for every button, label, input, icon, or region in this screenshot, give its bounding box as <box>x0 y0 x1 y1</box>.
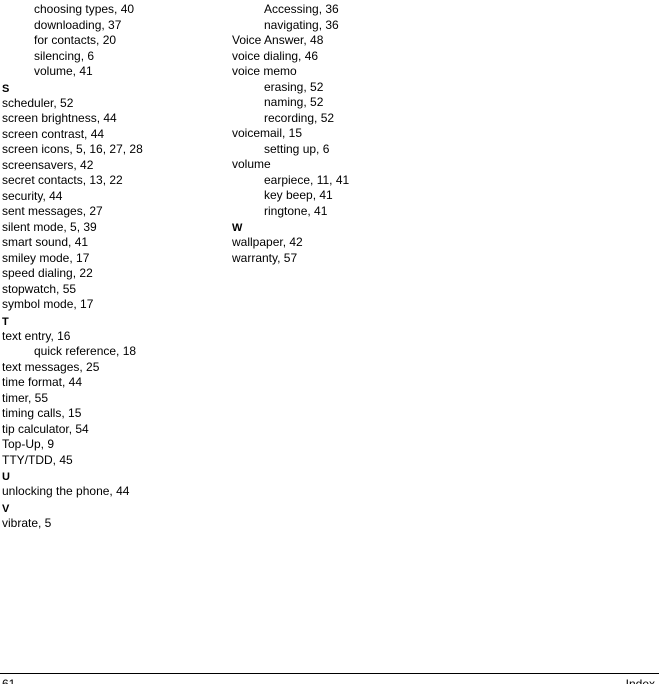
index-entry: erasing, 52 <box>232 80 452 96</box>
index-entry: voice dialing, 46 <box>232 49 452 65</box>
index-entry: timer, 55 <box>2 391 222 407</box>
index-entry: setting up, 6 <box>232 142 452 158</box>
index-entry: Accessing, 36 <box>232 2 452 18</box>
index-entry: screen icons, 5, 16, 27, 28 <box>2 142 222 158</box>
index-entry: time format, 44 <box>2 375 222 391</box>
index-entry: voice memo <box>232 64 452 80</box>
index-entry: scheduler, 52 <box>2 96 222 112</box>
index-entry: stopwatch, 55 <box>2 282 222 298</box>
index-entry: screen brightness, 44 <box>2 111 222 127</box>
page-number: 61 <box>2 677 15 684</box>
index-entry: symbol mode, 17 <box>2 297 222 313</box>
index-column-1: choosing types, 40downloading, 37for con… <box>2 2 232 531</box>
index-column-2: Accessing, 36navigating, 36 Voice Answer… <box>232 2 462 531</box>
index-entry: downloading, 37 <box>2 18 222 34</box>
index-entry: smiley mode, 17 <box>2 251 222 267</box>
index-entry: security, 44 <box>2 189 222 205</box>
index-entry: screensavers, 42 <box>2 158 222 174</box>
index-entry: recording, 52 <box>232 111 452 127</box>
page-title: Index <box>626 677 655 684</box>
index-entry: voicemail, 15 <box>232 126 452 142</box>
index-entry: screen contrast, 44 <box>2 127 222 143</box>
index-entry: timing calls, 15 <box>2 406 222 422</box>
index-entry: Voice Answer, 48 <box>232 33 452 49</box>
index-entry: silencing, 6 <box>2 49 222 65</box>
letter-heading-u: U <box>2 470 222 484</box>
index-entry: text entry, 16 <box>2 329 222 345</box>
index-entry: wallpaper, 42 <box>232 235 452 251</box>
index-entry: TTY/TDD, 45 <box>2 453 222 469</box>
index-entry: unlocking the phone, 44 <box>2 484 222 500</box>
index-entry: volume, 41 <box>2 64 222 80</box>
index-entry: ringtone, 41 <box>232 204 452 220</box>
index-entry: naming, 52 <box>232 95 452 111</box>
index-entry: text messages, 25 <box>2 360 222 376</box>
index-entry: secret contacts, 13, 22 <box>2 173 222 189</box>
letter-heading-v: V <box>2 502 222 516</box>
index-entry: quick reference, 18 <box>2 344 222 360</box>
letter-heading-w: W <box>232 221 452 235</box>
index-entry: for contacts, 20 <box>2 33 222 49</box>
index-entry: vibrate, 5 <box>2 516 222 532</box>
index-entry: volume <box>232 157 452 173</box>
index-entry: sent messages, 27 <box>2 204 222 220</box>
index-entry: speed dialing, 22 <box>2 266 222 282</box>
index-entry: navigating, 36 <box>232 18 452 34</box>
letter-heading-s: S <box>2 82 222 96</box>
index-entry: choosing types, 40 <box>2 2 222 18</box>
index-entry: silent mode, 5, 39 <box>2 220 222 236</box>
index-entry: earpiece, 11, 41 <box>232 173 452 189</box>
index-entry: Top-Up, 9 <box>2 437 222 453</box>
index-entry: key beep, 41 <box>232 188 452 204</box>
index-entry: warranty, 57 <box>232 251 452 267</box>
footer: 61 Index <box>0 673 659 676</box>
index-entry: tip calculator, 54 <box>2 422 222 438</box>
letter-heading-t: T <box>2 315 222 329</box>
index-entry: smart sound, 41 <box>2 235 222 251</box>
